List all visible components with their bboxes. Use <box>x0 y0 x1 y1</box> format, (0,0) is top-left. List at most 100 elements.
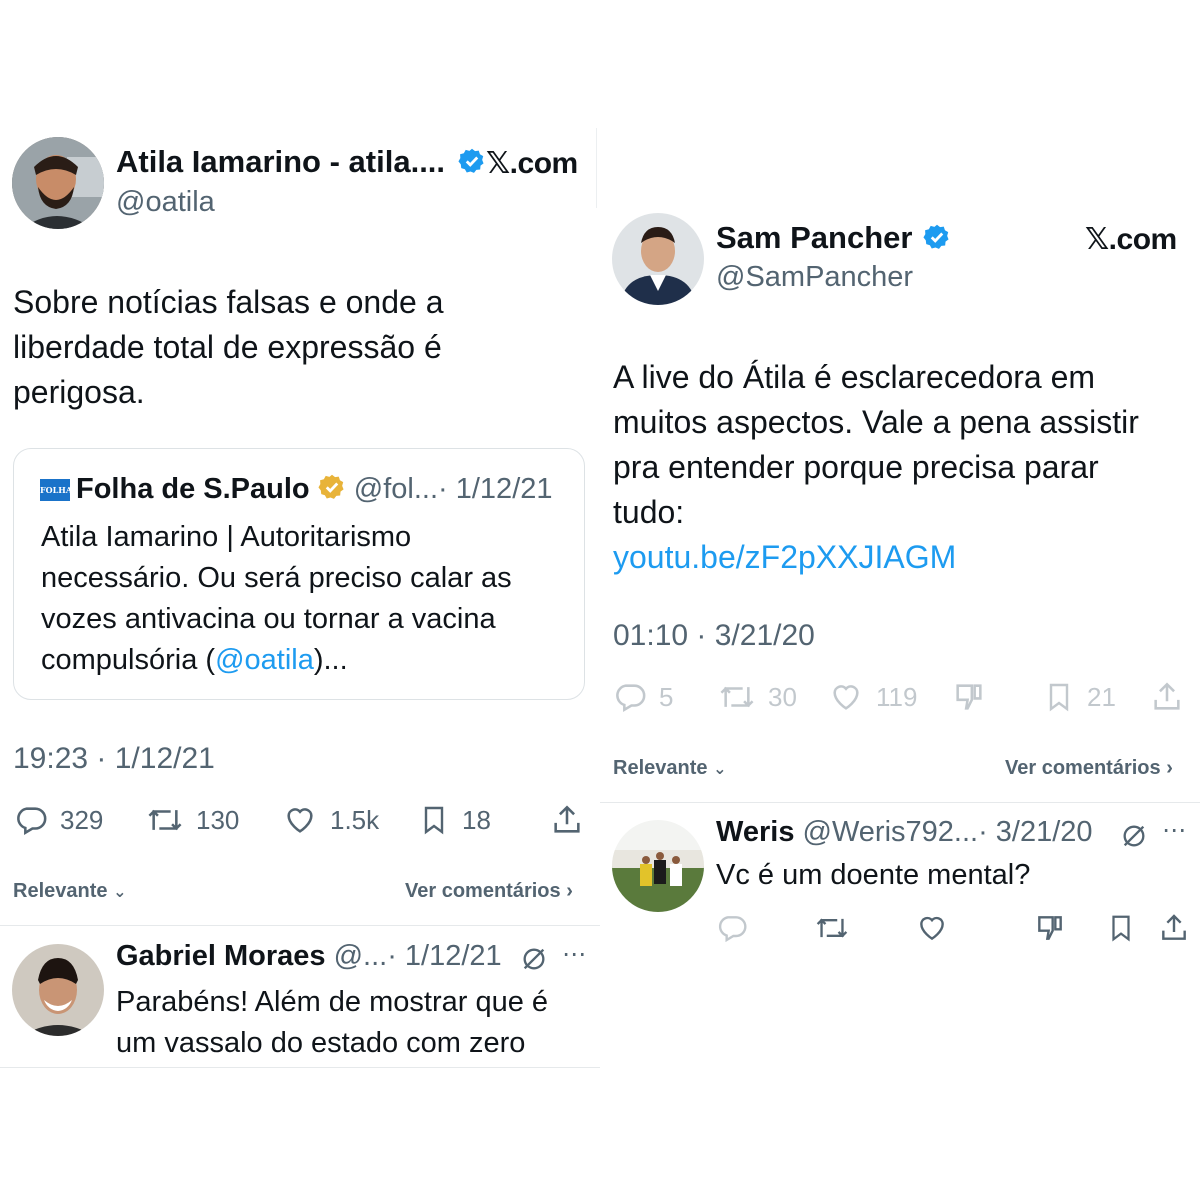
share-action[interactable] <box>1150 680 1184 714</box>
quoted-author-handle[interactable]: @fol... <box>354 473 438 505</box>
quoted-text-prefix: compulsória ( <box>41 644 216 676</box>
youtube-link[interactable]: youtu.be/zF2pXXJIAGM <box>613 535 1139 580</box>
see-comments-link[interactable]: Ver comentários › <box>405 880 573 903</box>
reply-action[interactable]: 329 <box>14 803 103 837</box>
reply-author-name[interactable]: Gabriel Moraes <box>116 940 326 972</box>
reply-icon <box>616 684 646 713</box>
reply-header: Gabriel Moraes @...· 1/12/21 <box>116 940 502 973</box>
folha-logo: FOLHA <box>40 479 72 501</box>
quoted-text-line: compulsória (@oatila)... <box>41 640 512 681</box>
more-options-icon[interactable]: ⋯ <box>1162 816 1187 845</box>
retweet-action[interactable]: 130 <box>146 803 239 837</box>
heart-icon <box>287 808 313 833</box>
tweet-text: Sobre notícias falsas e onde a liberdade… <box>13 280 444 415</box>
tweet-text-line: pra entender porque precisa parar <box>613 449 1099 485</box>
reply-text: Parabéns! Além de mostrar que é um vassa… <box>116 982 548 1064</box>
bookmark-action[interactable]: 21 <box>1043 680 1116 714</box>
source-site-label: 𝕏.com <box>486 147 578 180</box>
retweet-count: 130 <box>196 804 240 835</box>
source-site-label: 𝕏.com <box>1085 223 1177 256</box>
reply-date: · 3/21/20 <box>978 816 1093 848</box>
retweet-count: 30 <box>768 681 797 712</box>
reply-count: 5 <box>659 681 674 712</box>
bookmark-icon <box>1049 683 1069 712</box>
author-name-text[interactable]: Atila Iamarino - atila.... <box>116 144 445 179</box>
quoted-tweet-header: Folha de S.Paulo @fol...· 1/12/21 <box>76 473 553 506</box>
author-name[interactable]: Sam Pancher <box>716 220 951 256</box>
chevron-right-icon: › <box>566 880 573 902</box>
divider <box>0 1067 600 1068</box>
share-icon <box>1154 682 1180 710</box>
heart-icon[interactable] <box>916 912 948 944</box>
retweet-icon <box>148 809 182 831</box>
sort-relevant-dropdown[interactable]: Relevante ⌄ <box>13 880 126 903</box>
quoted-date: · 1/12/21 <box>438 473 553 505</box>
see-comments-label: Ver comentários <box>405 880 561 902</box>
thumbs-down-icon[interactable] <box>1034 912 1066 944</box>
retweet-action[interactable]: 30 <box>718 680 797 714</box>
author-handle[interactable]: @oatila <box>116 186 215 219</box>
reply-text: Vc é um doente mental? <box>716 859 1031 891</box>
bookmark-icon[interactable] <box>1106 912 1136 944</box>
verified-badge-icon <box>923 224 949 249</box>
see-comments-link[interactable]: Ver comentários › <box>1005 757 1173 780</box>
author-handle[interactable]: @SamPancher <box>716 261 913 294</box>
share-icon[interactable] <box>1158 912 1190 944</box>
quoted-tweet-card[interactable]: FOLHA Folha de S.Paulo @fol...· 1/12/21 … <box>13 448 585 700</box>
reply-header: Weris @Weris792...· 3/21/20 <box>716 816 1093 849</box>
avatar-weris[interactable] <box>612 820 704 912</box>
reply-author-handle[interactable]: @... <box>334 940 388 972</box>
like-action[interactable]: 119 <box>828 680 917 714</box>
chevron-right-icon: › <box>1166 757 1173 779</box>
avatar-atila[interactable] <box>12 137 104 229</box>
bookmark-count: 21 <box>1087 681 1116 712</box>
see-comments-label: Ver comentários <box>1005 757 1161 779</box>
quoted-text-line: Atila Iamarino | Autoritarismo <box>41 521 412 553</box>
retweet-icon[interactable] <box>815 912 849 944</box>
divider <box>600 802 1200 803</box>
grok-icon[interactable] <box>1120 822 1148 850</box>
avatar-sam[interactable] <box>612 213 704 305</box>
reply-author-handle[interactable]: @Weris792... <box>803 816 979 848</box>
chevron-down-icon: ⌄ <box>713 761 727 778</box>
reply-date: · 1/12/21 <box>387 940 502 972</box>
heart-icon <box>833 685 859 710</box>
tweet-text-line: liberdade total de expressão é <box>13 329 442 365</box>
mention-link[interactable]: @oatila <box>215 644 314 676</box>
author-name-text[interactable]: Sam Pancher <box>716 220 912 255</box>
verified-badge-icon <box>458 148 484 173</box>
share-icon <box>554 805 580 833</box>
reply-icon[interactable] <box>716 912 748 944</box>
avatar-gabriel[interactable] <box>12 944 104 1036</box>
thumbs-down-icon <box>956 684 982 710</box>
divider <box>0 925 600 926</box>
sort-relevant-dropdown[interactable]: Relevante ⌄ <box>613 757 726 780</box>
dislike-action[interactable] <box>952 680 986 714</box>
like-count: 1.5k <box>330 804 380 835</box>
bookmark-count: 18 <box>462 804 491 835</box>
reply-count: 329 <box>60 804 104 835</box>
sort-label: Relevante <box>613 757 708 779</box>
tweet-timestamp[interactable]: 19:23 · 1/12/21 <box>13 742 215 776</box>
reply-action[interactable]: 5 <box>613 680 673 714</box>
quoted-author-name[interactable]: Folha de S.Paulo <box>76 473 310 505</box>
more-options-icon[interactable]: ⋯ <box>562 940 587 969</box>
gold-verified-badge-icon <box>318 475 344 500</box>
author-name[interactable]: Atila Iamarino - atila.... <box>116 144 486 180</box>
sort-label: Relevante <box>13 880 108 902</box>
share-action[interactable] <box>550 803 584 837</box>
bookmark-action[interactable]: 18 <box>418 803 491 837</box>
tweet-text-line: muitos aspectos. Vale a pena assistir <box>613 404 1139 440</box>
tweet-text: A live do Átila é esclarecedora em muito… <box>613 355 1139 580</box>
like-action[interactable]: 1.5k <box>282 803 379 837</box>
tweet-text-line: Sobre notícias falsas e onde a <box>13 284 444 320</box>
reply-text-line: um vassalo do estado com zero <box>116 1027 526 1059</box>
grok-icon[interactable] <box>520 945 548 973</box>
chevron-down-icon: ⌄ <box>113 884 127 901</box>
tweet-text-line: A live do Átila é esclarecedora em <box>613 359 1096 395</box>
quoted-text-line: vozes antivacina ou tornar a vacina <box>41 603 496 635</box>
quoted-tweet-text: Atila Iamarino | Autoritarismo necessári… <box>41 517 512 681</box>
quoted-text-line: necessário. Ou será preciso calar as <box>41 562 512 594</box>
tweet-timestamp[interactable]: 01:10 · 3/21/20 <box>613 619 815 653</box>
reply-author-name[interactable]: Weris <box>716 816 794 848</box>
